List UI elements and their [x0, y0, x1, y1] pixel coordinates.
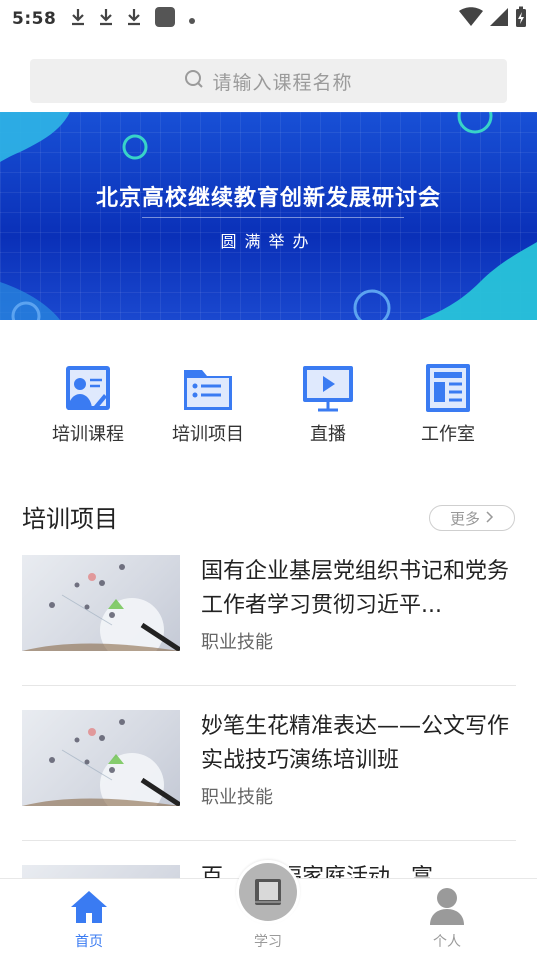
studio-icon — [420, 362, 476, 414]
more-notifications-dot-icon — [188, 10, 196, 29]
course-icon — [60, 362, 116, 414]
course-thumbnail — [22, 555, 180, 651]
search-placeholder: 请输入课程名称 — [212, 71, 353, 94]
app-notification-icon — [154, 6, 176, 32]
status-bar: 5:58 — [0, 0, 537, 38]
search-icon — [184, 69, 204, 93]
promo-banner[interactable]: 北京高校继续教育创新发展研讨会 圆满举办 — [0, 112, 537, 320]
nav-home[interactable]: 首页 — [29, 879, 149, 956]
divider — [22, 685, 516, 686]
nav-label: 个人 — [433, 934, 461, 950]
nav-label: 学习 — [254, 934, 282, 950]
nav-profile[interactable]: 个人 — [387, 879, 507, 956]
category-label: 培训项目 — [172, 424, 244, 445]
item-title: 国有企业基层党组织书记和党务工作者学习贯彻习近平... — [201, 559, 510, 618]
download-icon — [126, 8, 142, 30]
category-training-project[interactable]: 培训项目 — [153, 362, 263, 446]
wifi-icon — [459, 7, 483, 31]
category-studio[interactable]: 工作室 — [393, 362, 503, 446]
banner-wave-decoration — [0, 112, 537, 320]
search-input[interactable]: 请输入课程名称 — [30, 59, 507, 103]
category-label: 培训课程 — [52, 424, 124, 445]
download-icon — [98, 8, 114, 30]
banner-divider — [142, 217, 404, 218]
signal-icon — [489, 7, 509, 31]
list-item[interactable]: 妙笔生花精准表达——公文写作实战技巧演练培训班 职业技能 — [22, 710, 516, 808]
study-center-button[interactable] — [236, 860, 300, 924]
category-training-course[interactable]: 培训课程 — [33, 362, 143, 446]
course-thumbnail — [22, 710, 180, 806]
more-button[interactable]: 更多 — [429, 505, 515, 531]
course-thumbnail — [22, 865, 180, 878]
download-icon — [70, 8, 86, 30]
list-item[interactable]: 国有企业基层党组织书记和党务工作者学习贯彻习近平... 职业技能 — [22, 555, 516, 653]
banner-subtitle: 圆满举办 — [220, 232, 317, 251]
divider — [22, 840, 516, 841]
book-icon — [239, 863, 297, 921]
category-live[interactable]: 直播 — [273, 362, 383, 446]
banner-title: 北京高校继续教育创新发展研讨会 — [95, 186, 441, 211]
folder-list-icon — [180, 362, 236, 414]
person-icon — [429, 887, 465, 929]
item-tag: 职业技能 — [201, 787, 273, 808]
category-label: 直播 — [310, 424, 346, 445]
more-label: 更多 — [449, 509, 480, 528]
nav-label: 首页 — [75, 934, 103, 950]
live-play-icon — [300, 362, 356, 414]
section-title: 培训项目 — [22, 505, 118, 533]
chevron-right-icon — [486, 509, 494, 527]
home-icon — [70, 889, 108, 929]
battery-charging-icon — [515, 6, 527, 32]
category-grid: 培训课程 培训项目 直播 工作室 — [0, 362, 537, 452]
item-title: 妙笔生花精准表达——公文写作实战技巧演练培训班 — [201, 714, 510, 773]
item-tag: 职业技能 — [201, 632, 273, 653]
category-label: 工作室 — [421, 424, 475, 445]
status-time: 5:58 — [12, 9, 57, 29]
